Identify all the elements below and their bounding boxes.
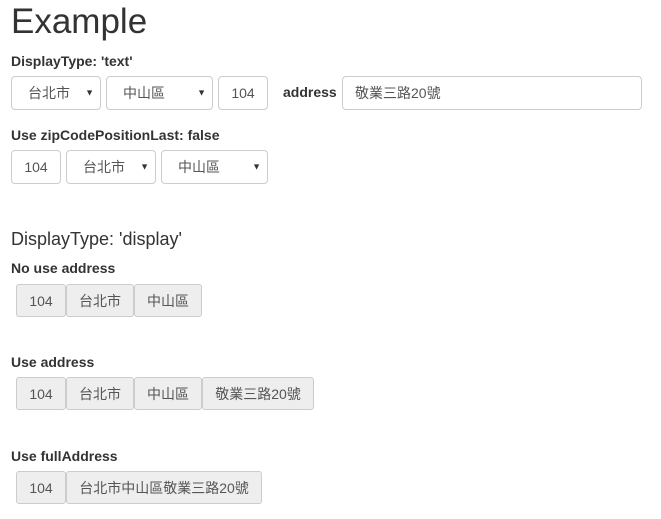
zipcode-field[interactable]: 104 <box>218 76 268 110</box>
county-select-2[interactable]: 台北市 ▼ <box>66 150 156 184</box>
display-full-address: 台北市中山區敬業三路20號 <box>66 471 262 504</box>
display-address: 敬業三路20號 <box>202 377 314 410</box>
display-zipcode: 104 <box>16 377 66 410</box>
address-input[interactable]: 敬業三路20號 <box>342 76 642 110</box>
display-zipcode: 104 <box>16 284 66 317</box>
chevron-down-icon: ▼ <box>140 161 149 172</box>
display-address-value: 敬業三路20號 <box>215 385 301 402</box>
display-county: 台北市 <box>66 377 134 410</box>
display-district-value: 中山區 <box>147 292 189 309</box>
address-label: address <box>283 84 337 100</box>
district-select-value: 中山區 <box>123 85 165 101</box>
county-select[interactable]: 台北市 ▼ <box>11 76 101 110</box>
county-select-value: 台北市 <box>28 85 70 101</box>
display-county-value: 台北市 <box>79 385 121 402</box>
display-zipcode-value: 104 <box>29 292 53 309</box>
chevron-down-icon: ▼ <box>85 87 94 98</box>
zipcode-value: 104 <box>24 159 48 175</box>
label-use-address: Use address <box>11 354 95 370</box>
address-input-value: 敬業三路20號 <box>355 85 441 101</box>
county-select-value: 台北市 <box>83 159 125 175</box>
display-full-address-value: 台北市中山區敬業三路20號 <box>79 479 249 496</box>
display-zipcode-value: 104 <box>29 479 53 496</box>
district-select-value: 中山區 <box>178 159 220 175</box>
chevron-down-icon: ▼ <box>252 161 261 172</box>
district-select-2[interactable]: 中山區 ▼ <box>161 150 268 184</box>
section-label-zip-last: Use zipCodePositionLast: false <box>11 127 220 143</box>
display-district: 中山區 <box>134 284 202 317</box>
display-district-value: 中山區 <box>147 385 189 402</box>
label-no-use-address: No use address <box>11 260 116 276</box>
display-district: 中山區 <box>134 377 202 410</box>
chevron-down-icon: ▼ <box>197 87 206 98</box>
district-select[interactable]: 中山區 ▼ <box>106 76 213 110</box>
section-label-text: DisplayType: 'text' <box>11 53 133 69</box>
display-county: 台北市 <box>66 284 134 317</box>
display-county-value: 台北市 <box>79 292 121 309</box>
zipcode-field-first[interactable]: 104 <box>11 150 61 184</box>
zipcode-value: 104 <box>231 85 255 101</box>
page-title: Example <box>11 2 148 41</box>
label-use-full-address: Use fullAddress <box>11 448 118 464</box>
display-zipcode: 104 <box>16 471 66 504</box>
section-heading-display: DisplayType: 'display' <box>11 229 182 249</box>
display-zipcode-value: 104 <box>29 385 53 402</box>
